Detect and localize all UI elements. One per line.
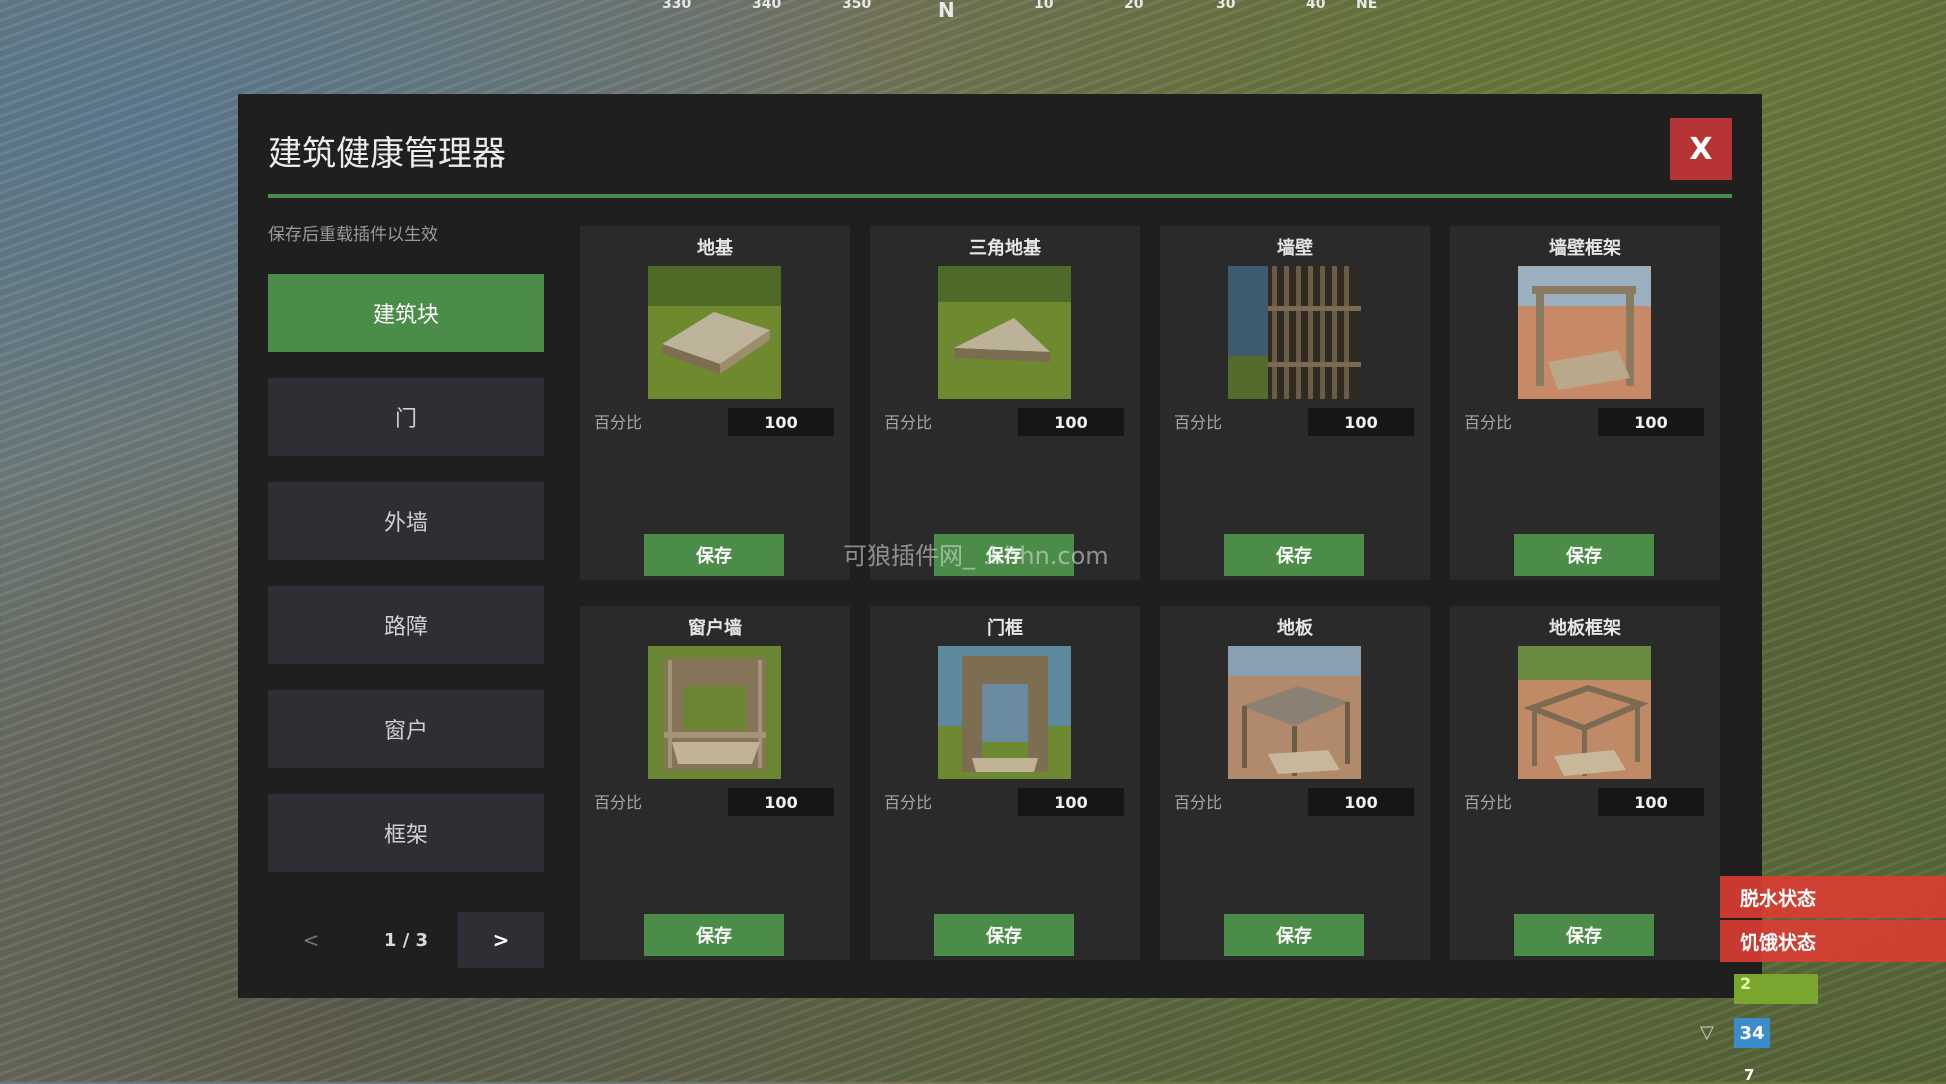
percent-input[interactable]: [728, 788, 834, 816]
sidebar-item-label: 门: [394, 407, 417, 432]
percent-label: 百分比: [1174, 413, 1223, 432]
hunger-status: 饥饿状态: [1720, 920, 1946, 962]
save-button[interactable]: 保存: [1514, 914, 1654, 956]
card-title: 地基: [697, 238, 733, 259]
card-floor: 地板 百分比 保存: [1160, 606, 1430, 960]
sidebar-item-label: 窗户: [383, 719, 428, 744]
percent-input[interactable]: [1018, 408, 1124, 436]
close-button[interactable]: X: [1670, 118, 1732, 180]
page-title: 建筑健康管理器: [268, 134, 506, 174]
sidebar-item-label: 框架: [383, 823, 428, 848]
save-button[interactable]: 保存: [644, 914, 784, 956]
sidebar-item-doors[interactable]: 门: [268, 378, 544, 456]
sidebar-item-windows[interactable]: 窗户: [268, 690, 544, 768]
wall-frame-image: [1518, 266, 1651, 399]
percent-label: 百分比: [594, 413, 643, 432]
percent-input[interactable]: [1308, 408, 1414, 436]
card-title: 地板: [1277, 618, 1313, 639]
compass-tick: NE: [1356, 0, 1378, 12]
percent-input[interactable]: [1598, 788, 1704, 816]
water-stat: 34: [1734, 1018, 1770, 1048]
percent-input[interactable]: [728, 408, 834, 436]
percent-label: 百分比: [594, 793, 643, 812]
compass-tick: N: [938, 0, 955, 22]
page-indicator: 1 / 3: [383, 929, 429, 951]
compass-tick: 340: [752, 0, 782, 12]
watermark: 可狼插件网_ .khhn.com: [843, 542, 1109, 570]
card-title: 窗户墙: [688, 618, 742, 639]
compass-tick: 40: [1306, 0, 1326, 12]
floor-image: [1228, 646, 1361, 779]
prev-page-button[interactable]: <: [268, 912, 354, 968]
card-wall-frame: 墙壁框架 百分比 保存: [1450, 226, 1720, 580]
triangle-foundation-image: [938, 266, 1071, 399]
window-wall-image: [648, 646, 781, 779]
save-button[interactable]: 保存: [1224, 534, 1364, 576]
compass-tick: 20: [1124, 0, 1144, 12]
compass-tick: 10: [1034, 0, 1054, 12]
card-title: 墙壁框架: [1549, 238, 1621, 259]
floor-frame-image: [1518, 646, 1651, 779]
next-page-button[interactable]: >: [458, 912, 544, 968]
percent-label: 百分比: [1174, 793, 1223, 812]
card-title: 门框: [987, 618, 1023, 639]
sidebar-item-external-walls[interactable]: 外墙: [268, 482, 544, 560]
save-button[interactable]: 保存: [644, 534, 784, 576]
food-stat: 7: [1744, 1066, 1755, 1084]
percent-label: 百分比: [884, 793, 933, 812]
wall-image: [1228, 266, 1361, 399]
compass-tick: 30: [1216, 0, 1236, 12]
card-wall: 墙壁 百分比 保存: [1160, 226, 1430, 580]
sidebar-item-frames[interactable]: 框架: [268, 794, 544, 872]
percent-label: 百分比: [1464, 793, 1513, 812]
compass-tick: 350: [842, 0, 872, 12]
save-button[interactable]: 保存: [934, 914, 1074, 956]
dehydrated-status: 脱水状态: [1720, 876, 1946, 918]
save-button[interactable]: 保存: [1514, 534, 1654, 576]
compass-tick: 330: [662, 0, 692, 12]
reload-hint: 保存后重载插件以生效: [268, 225, 438, 245]
percent-input[interactable]: [1018, 788, 1124, 816]
percent-label: 百分比: [1464, 413, 1513, 432]
card-floor-frame: 地板框架 百分比 保存: [1450, 606, 1720, 960]
title-divider: [268, 194, 1732, 198]
save-button[interactable]: 保存: [1224, 914, 1364, 956]
card-doorway: 门框 百分比 保存: [870, 606, 1140, 960]
percent-input[interactable]: [1308, 788, 1414, 816]
card-window-wall: 窗户墙 百分比 保存: [580, 606, 850, 960]
card-title: 三角地基: [969, 238, 1041, 259]
card-triangle-foundation: 三角地基 百分比 保存: [870, 226, 1140, 580]
card-title: 地板框架: [1549, 618, 1621, 639]
sidebar-item-barricades[interactable]: 路障: [268, 586, 544, 664]
cup-icon: ▽: [1700, 1022, 1714, 1043]
sidebar-item-label: 路障: [383, 615, 428, 640]
percent-label: 百分比: [884, 413, 933, 432]
percent-input[interactable]: [1598, 408, 1704, 436]
pagination: < 1 / 3 >: [268, 912, 544, 968]
card-foundation: 地基 百分比 保存: [580, 226, 850, 580]
sidebar-item-label: 建筑块: [372, 303, 439, 328]
foundation-image: [648, 266, 781, 399]
sidebar-item-label: 外墙: [383, 511, 428, 536]
health-bar: 2: [1734, 974, 1818, 1004]
compass-bar: 330 340 350 N 10 20 30 40 NE: [640, 0, 1400, 22]
sidebar-item-building-blocks[interactable]: 建筑块: [268, 274, 544, 352]
card-title: 墙壁: [1277, 238, 1313, 259]
doorway-image: [938, 646, 1071, 779]
